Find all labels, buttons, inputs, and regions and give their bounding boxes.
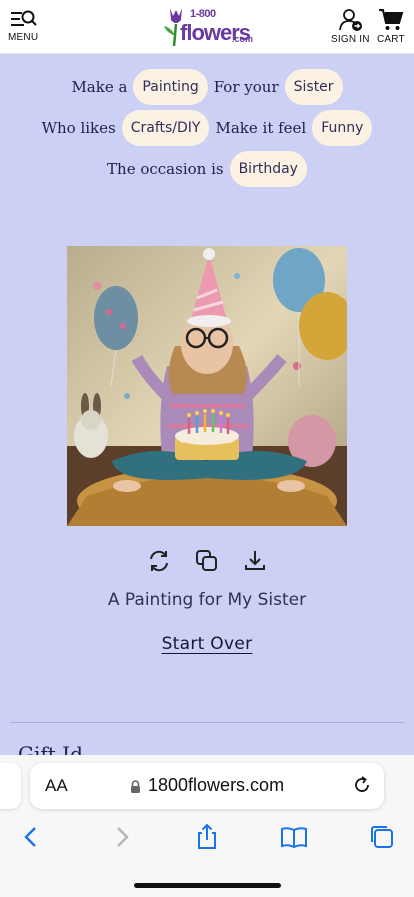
site-header: MENU 1-800 flowers .com SIGN IN CART: [0, 0, 414, 54]
back-icon[interactable]: [18, 823, 46, 851]
cart-icon: [378, 9, 404, 30]
lock-icon: [131, 780, 140, 793]
sign-in-button[interactable]: SIGN IN: [331, 8, 370, 45]
medium-choice-pill[interactable]: Painting: [133, 68, 208, 105]
regenerate-icon[interactable]: [146, 548, 172, 574]
builder-text: The occasion is: [107, 159, 224, 178]
start-over-link[interactable]: Start Over: [162, 634, 253, 654]
home-indicator: [134, 883, 281, 888]
account-icon: [339, 9, 363, 31]
menu-button[interactable]: MENU: [8, 8, 38, 43]
reload-icon[interactable]: [352, 775, 372, 795]
reader-settings-button[interactable]: AA: [45, 776, 68, 796]
bookmarks-icon[interactable]: [280, 823, 308, 851]
reader-settings-label: AA: [45, 776, 68, 795]
browser-toolbar: AA 1800flowers.com: [0, 755, 414, 897]
painting-caption: A Painting for My Sister: [107, 590, 307, 610]
feeling-choice-pill[interactable]: Funny: [312, 109, 373, 146]
generated-painting: [67, 246, 347, 526]
share-icon[interactable]: [193, 823, 221, 851]
builder-text: Who likes: [41, 118, 116, 137]
copy-icon[interactable]: [194, 548, 220, 574]
start-over-wrapper: Start Over: [0, 634, 414, 654]
menu-search-icon: [11, 10, 37, 26]
gift-sentence-builder: Make a Painting For your Sister Who like…: [0, 66, 414, 189]
builder-text: Make it feel: [215, 118, 307, 137]
builder-row: The occasion is Birthday: [0, 148, 414, 189]
tabs-icon[interactable]: [368, 823, 396, 851]
previous-tab-card[interactable]: [0, 763, 21, 809]
section-divider: [10, 722, 404, 723]
forward-icon[interactable]: [107, 823, 135, 851]
download-icon[interactable]: [242, 548, 268, 574]
cart-button[interactable]: CART: [377, 8, 405, 45]
builder-row: Make a Painting For your Sister: [0, 66, 414, 107]
logo-suffix: .com: [232, 34, 254, 44]
builder-row: Who likes Crafts/DIY Make it feel Funny: [0, 107, 414, 148]
builder-text: For your: [213, 77, 279, 96]
menu-label: MENU: [8, 32, 39, 43]
sign-in-label: SIGN IN: [331, 34, 370, 45]
url-text[interactable]: 1800flowers.com: [148, 775, 284, 796]
painting-actions: [0, 548, 414, 574]
builder-text: Make a: [71, 77, 128, 96]
occasion-choice-pill[interactable]: Birthday: [229, 150, 307, 187]
recipient-choice-pill[interactable]: Sister: [284, 68, 343, 105]
interest-choice-pill[interactable]: Crafts/DIY: [121, 109, 210, 146]
logo-number: 1-800: [190, 8, 216, 20]
cart-label: CART: [377, 34, 405, 45]
brand-logo[interactable]: 1-800 flowers .com: [160, 6, 255, 48]
address-bar[interactable]: AA 1800flowers.com: [30, 763, 384, 809]
